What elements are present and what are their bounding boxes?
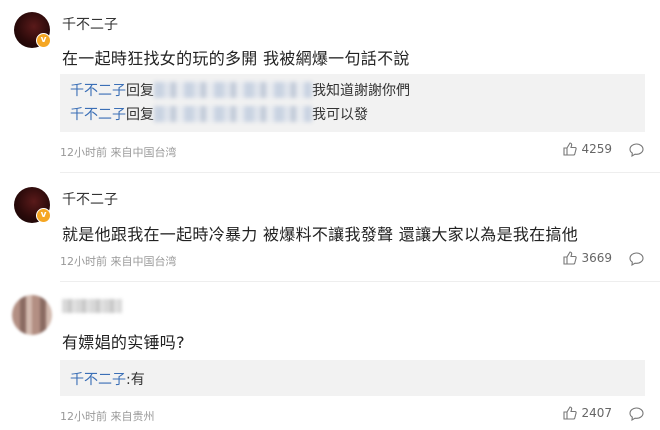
- reply-username[interactable]: 千不二子: [70, 107, 126, 123]
- comment-bubble-icon[interactable]: [629, 252, 644, 266]
- comment-bubble-icon[interactable]: [629, 407, 644, 421]
- verified-badge-icon: v: [36, 208, 51, 223]
- comment-item: v 千不二子 在一起時狂找女的玩的多開 我被網爆一句話不說 千不二子回复 我知道謝…: [0, 0, 660, 175]
- reply-item: 千不二子回复 我知道謝謝你們: [70, 80, 410, 100]
- divider: [60, 172, 660, 173]
- reply-text: :有: [126, 372, 145, 388]
- avatar[interactable]: [12, 295, 52, 335]
- like-button[interactable]: 3669: [563, 251, 612, 265]
- reply-username[interactable]: 千不二子: [70, 83, 126, 99]
- thumbs-up-icon: [563, 142, 578, 156]
- reply-item: 千不二子回复 我可以發: [70, 104, 368, 124]
- comment-bubble-icon[interactable]: [629, 143, 644, 157]
- comment-text: 在一起時狂找女的玩的多開 我被網爆一句話不說: [62, 49, 410, 68]
- comment-text: 就是他跟我在一起時冷暴力 被爆料不讓我發聲 還讓大家以為是我在搞他: [62, 225, 579, 244]
- like-count: 2407: [581, 406, 612, 420]
- verified-badge-icon: v: [36, 33, 51, 48]
- like-button[interactable]: 4259: [563, 142, 612, 156]
- comment-username[interactable]: [62, 299, 122, 313]
- thumbs-up-icon: [563, 406, 578, 420]
- comment-username[interactable]: 千不二子: [62, 14, 118, 34]
- comment-meta: 12小时前 来自中国台湾: [60, 255, 177, 268]
- reply-prefix: 回复: [126, 83, 154, 99]
- like-button[interactable]: 2407: [563, 406, 612, 420]
- comment-item: 有嫖娼的实锤吗? 千不二子:有 12小时前 来自贵州 2407: [0, 285, 660, 430]
- comment-meta: 12小时前 来自贵州: [60, 410, 155, 423]
- reply-prefix: 回复: [126, 107, 154, 123]
- like-count: 4259: [581, 142, 612, 156]
- reply-item: 千不二子:有: [70, 369, 145, 389]
- divider: [60, 281, 660, 282]
- reply-username[interactable]: 千不二子: [70, 372, 126, 388]
- reply-box: 千不二子回复 我知道謝謝你們 千不二子回复 我可以發: [60, 74, 645, 132]
- blurred-mention: [154, 82, 312, 98]
- reply-box: 千不二子:有: [60, 360, 645, 396]
- reply-text: 我知道謝謝你們: [312, 83, 410, 99]
- comment-item: v 千不二子 就是他跟我在一起時冷暴力 被爆料不讓我發聲 還讓大家以為是我在搞他…: [0, 175, 660, 285]
- reply-text: 我可以發: [312, 107, 368, 123]
- like-count: 3669: [581, 251, 612, 265]
- comment-meta: 12小时前 来自中国台湾: [60, 146, 177, 159]
- thumbs-up-icon: [563, 251, 578, 265]
- blurred-mention: [154, 106, 312, 122]
- comment-text: 有嫖娼的实锤吗?: [62, 333, 185, 352]
- comment-username[interactable]: 千不二子: [62, 189, 118, 209]
